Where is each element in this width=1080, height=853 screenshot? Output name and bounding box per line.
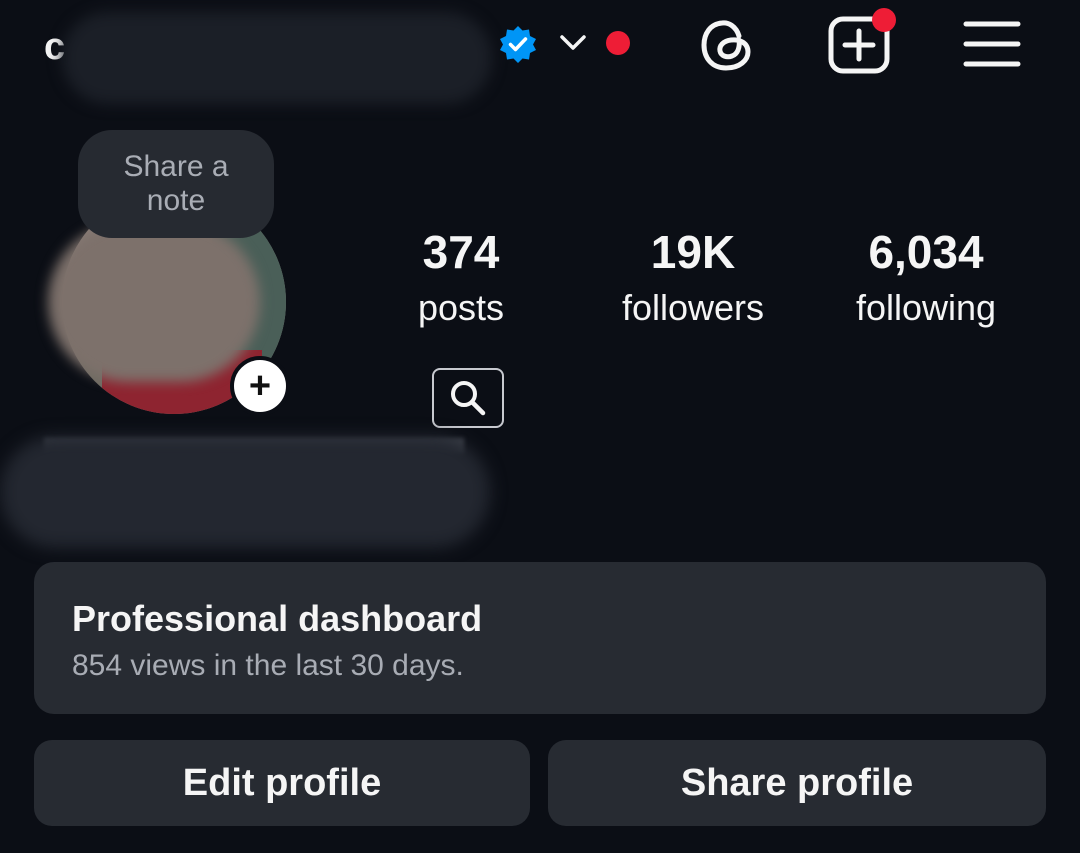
stat-value: 19K	[650, 226, 736, 278]
stat-following[interactable]: 6,034 following	[826, 224, 1026, 336]
stat-value: 6,034	[868, 226, 984, 278]
share-note-bubble[interactable]: Share a note	[78, 130, 274, 238]
search-button[interactable]	[432, 368, 504, 428]
stat-label: followers	[621, 287, 765, 328]
stat-posts[interactable]: 374 posts	[361, 224, 561, 336]
dashboard-title: Professional dashboard	[72, 598, 483, 639]
professional-dashboard-card[interactable]: Professional dashboard 854 views in the …	[34, 562, 1046, 714]
chevron-down-icon[interactable]	[556, 28, 590, 58]
threads-icon[interactable]	[698, 16, 756, 74]
share-note-label: Share a note	[123, 150, 229, 217]
edit-profile-button[interactable]: Edit profile	[34, 740, 530, 826]
verified-badge-icon	[500, 26, 536, 63]
stat-label: posts	[417, 287, 505, 328]
share-profile-button[interactable]: Share profile	[548, 740, 1046, 826]
stat-label: following	[855, 287, 997, 328]
search-icon	[451, 381, 486, 416]
notification-dot	[872, 8, 896, 32]
stat-followers[interactable]: 19K followers	[593, 224, 793, 336]
stat-value: 374	[422, 226, 500, 278]
bio-redaction-blur	[0, 436, 490, 548]
notification-dot	[606, 31, 630, 55]
dashboard-views-summary: 854 views in the last 30 days.	[72, 649, 464, 682]
redacted-username-blur	[62, 12, 492, 104]
avatar-redaction-blur	[48, 222, 260, 382]
add-story-plus-icon[interactable]: +	[230, 356, 290, 416]
hamburger-menu-icon[interactable]	[962, 18, 1022, 70]
